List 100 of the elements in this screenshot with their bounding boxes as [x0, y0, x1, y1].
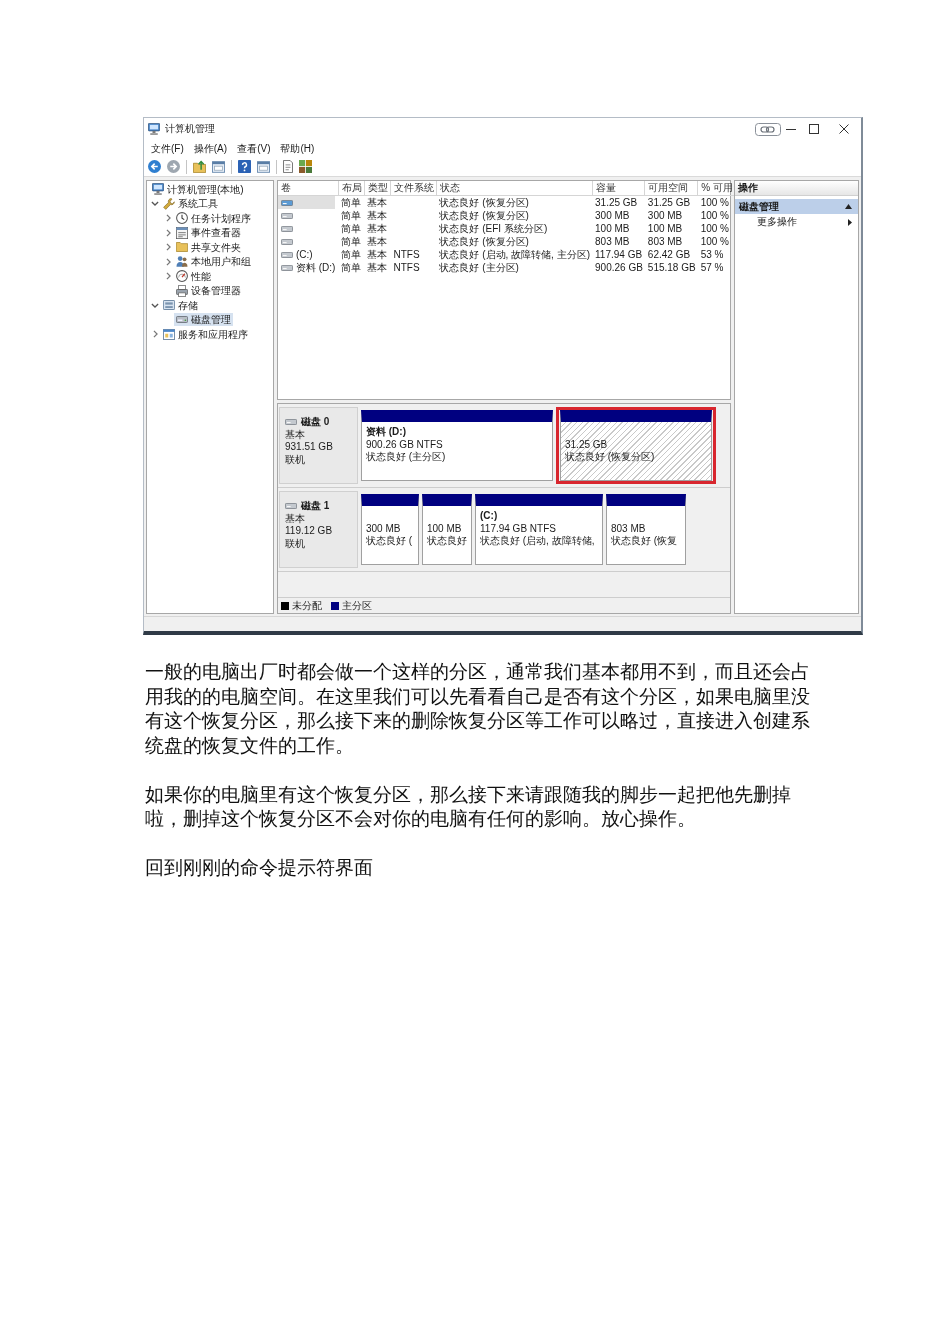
document-icon[interactable] [283, 160, 293, 173]
drive-icon [281, 212, 293, 219]
body-paragraph: 回到刚刚的命令提示符界面 [145, 856, 374, 880]
tree-item[interactable]: 系统工具 [161, 197, 220, 211]
chevron-right-icon[interactable] [165, 243, 171, 252]
log-icon [176, 226, 188, 239]
partition-block[interactable]: (C:) 117.94 GB NTFS 状态良好 (启动, 故障转储, [475, 494, 603, 565]
table-cell-text: 803 MB [594, 235, 631, 248]
drive-icon [281, 225, 293, 232]
table-cell-text: 62.42 GB [646, 248, 692, 261]
table-cell-text: 300 MB [594, 209, 631, 222]
table-cell-text: 基本 [366, 222, 389, 235]
chevron-right-icon[interactable] [165, 228, 171, 237]
table-cell-text: 基本 [366, 235, 389, 248]
chevron-right-icon[interactable] [165, 214, 171, 223]
volume-name: 资料 (D:) [296, 261, 336, 274]
users-icon [176, 256, 188, 268]
chevron-right-icon[interactable] [165, 257, 171, 266]
window-pane-icon[interactable] [257, 160, 270, 173]
volume-entry[interactable] [278, 196, 336, 209]
tree-item[interactable]: 共享文件夹 [174, 240, 243, 254]
table-cell-text: 简单 [340, 248, 363, 261]
action-group-header[interactable]: 磁盘管理 [735, 199, 858, 214]
partition-status: 状态良好 ( [366, 535, 414, 548]
table-cell-text: 基本 [366, 248, 389, 261]
partition-block[interactable]: 100 MB 状态良好 [422, 494, 472, 565]
tree-item[interactable]: 本地用户和组 [174, 255, 253, 269]
disk-type: 基本 [285, 428, 306, 441]
column-header[interactable]: 文件系统 [390, 181, 437, 196]
printer-icon [176, 284, 188, 297]
tree-item[interactable]: 服务和应用程序 [161, 327, 250, 341]
partition-status: 状态良好 [427, 535, 468, 548]
storage-icon [163, 300, 175, 311]
table-cell-text: 状态良好 (恢复分区) [438, 209, 530, 222]
column-header[interactable]: 布局 [338, 181, 365, 196]
folder-up-icon[interactable] [193, 160, 206, 173]
chain-link-icon[interactable] [755, 122, 781, 136]
chevron-down-icon[interactable] [151, 302, 159, 308]
menu-item[interactable]: 帮助(H) [275, 141, 320, 156]
table-cell-text: 状态良好 (EFI 系统分区) [438, 222, 549, 235]
tree-item[interactable]: 存储 [161, 298, 200, 312]
table-cell-text: 100 MB [646, 222, 684, 235]
chevron-down-icon[interactable] [151, 201, 159, 207]
close-icon [839, 124, 849, 134]
column-header[interactable]: 状态 [436, 181, 592, 196]
table-cell-text: 基本 [366, 261, 389, 274]
window-title: 计算机管理 [165, 122, 215, 136]
maximize-icon [809, 124, 819, 134]
application-icon [163, 328, 175, 340]
column-header[interactable]: 可用空间 [644, 181, 698, 196]
window-pane-icon[interactable] [212, 160, 225, 173]
column-header[interactable]: 容量 [592, 181, 645, 196]
table-cell: 简单 [338, 195, 365, 209]
wrench-icon [163, 197, 175, 210]
drive-icon [281, 264, 293, 271]
partition-block[interactable]: 803 MB 状态良好 (恢复 [606, 494, 686, 565]
chevron-right-icon[interactable] [165, 272, 171, 281]
table-cell-text: 状态良好 (主分区) [438, 261, 520, 274]
table-cell-text: 状态良好 (启动, 故障转储, 主分区) [438, 248, 591, 261]
tree-item[interactable]: 性能 [174, 269, 213, 283]
tree-item[interactable]: 计算机管理(本地) [150, 182, 246, 196]
drive-icon [281, 199, 293, 206]
pane-header: 操作 [735, 181, 858, 196]
action-item[interactable]: 更多操作 [735, 214, 858, 230]
column-header[interactable]: 类型 [364, 181, 391, 196]
partition-status: 状态良好 (恢复 [611, 535, 679, 548]
column-header[interactable]: 卷 [278, 181, 339, 196]
volume-name: (C:) [296, 248, 313, 261]
disk-status: 联机 [285, 537, 306, 550]
table-cell: 基本 [364, 195, 391, 209]
disk-name: 磁盘 0 [301, 416, 330, 429]
tree-item[interactable]: 任务计划程序 [174, 211, 253, 225]
table-cell-text: 简单 [340, 209, 363, 222]
menu-item[interactable]: 查看(V) [232, 141, 276, 156]
partition-label: 资料 (D:) [366, 426, 407, 439]
help-icon[interactable] [238, 160, 251, 173]
partition-block[interactable]: 300 MB 状态良好 ( [361, 494, 419, 565]
body-paragraph: 如果你的电脑里有这个恢复分区，那么接下来请跟随我的脚步一起把他先删掉啦，删掉这个恢复分区不会对你的电脑有任何的影响。放心操作。 [145, 782, 792, 831]
legend-label: 主分区 [342, 599, 372, 612]
partition-block[interactable]: 31.25 GB 状态良好 (恢复分区) [560, 410, 712, 481]
partition-status: 状态良好 (恢复分区) [565, 451, 656, 464]
menu-item[interactable]: 操作(A) [188, 141, 233, 156]
tree-item[interactable]: 磁盘管理 [174, 313, 233, 327]
tree-item[interactable]: 事件查看器 [174, 226, 243, 240]
tree-item[interactable]: 设备管理器 [174, 284, 243, 298]
drive-icon [281, 238, 293, 245]
minimize-icon [786, 128, 796, 130]
tiles-icon[interactable] [299, 160, 312, 173]
chevron-right-icon[interactable] [152, 330, 158, 339]
partition-status: 状态良好 (启动, 故障转储, [480, 535, 596, 548]
menu-item[interactable]: 文件(F) [146, 141, 189, 156]
table-cell-text: 117.94 GB [594, 248, 644, 261]
table-cell-text: 900.26 GB [594, 261, 644, 274]
disk-status: 联机 [285, 453, 306, 466]
forward-arrow-icon[interactable] [167, 160, 180, 173]
computer-icon [148, 123, 160, 135]
table-cell: 100 % [697, 195, 736, 209]
table-cell-text: 状态良好 (恢复分区) [438, 235, 530, 248]
partition-block[interactable]: 资料 (D:) 900.26 GB NTFS 状态良好 (主分区) [361, 410, 553, 481]
back-arrow-icon[interactable] [148, 160, 161, 173]
